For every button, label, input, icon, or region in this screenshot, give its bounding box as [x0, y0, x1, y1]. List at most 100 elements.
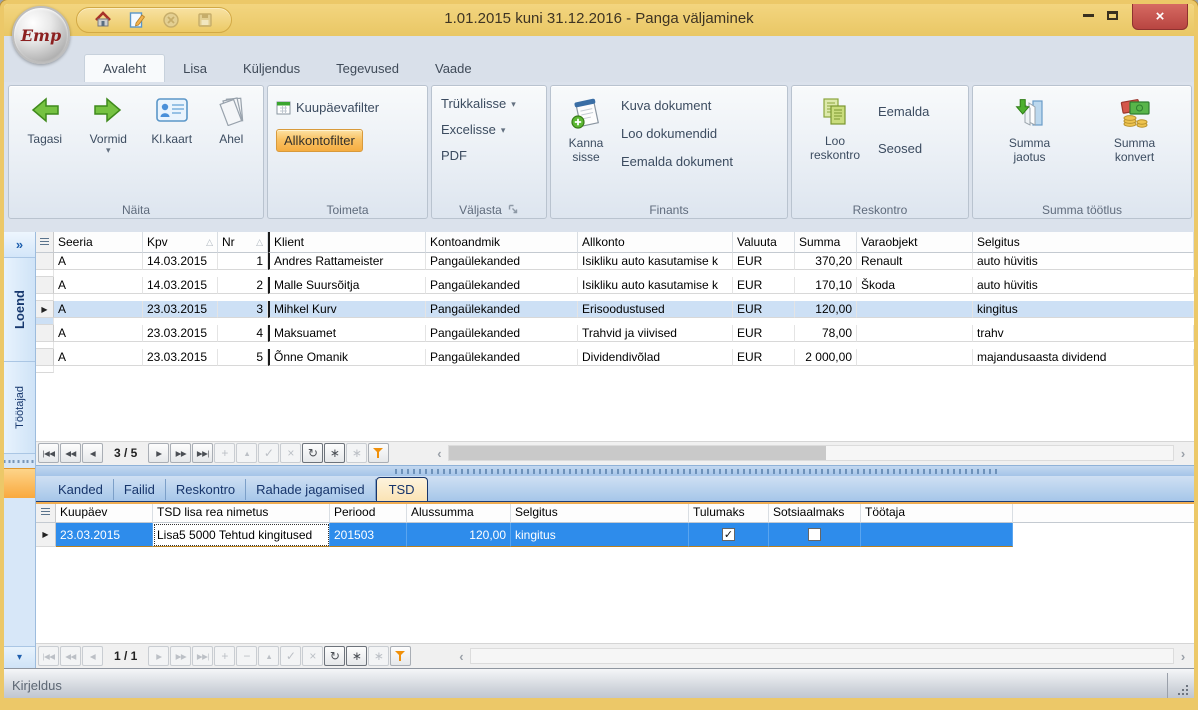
nav-next-page-button[interactable]: ▶▶: [170, 443, 191, 463]
horizontal-scrollbar[interactable]: ‹›: [452, 647, 1192, 665]
cell[interactable]: Pangaülekanded: [426, 253, 578, 270]
column-header-tsd-lisa-rea-nimetus[interactable]: TSD lisa rea nimetus: [153, 502, 330, 523]
cell[interactable]: Pangaülekanded: [426, 349, 578, 366]
detail-tab-rahade-jagamised[interactable]: Rahade jagamised: [246, 479, 375, 500]
app-menu-button[interactable]: Emp: [12, 6, 70, 64]
maximize-button[interactable]: [1100, 4, 1124, 26]
home-icon[interactable]: [93, 10, 113, 30]
cell[interactable]: 14.03.2015: [143, 277, 218, 294]
seosed-button[interactable]: Seosed: [878, 141, 929, 156]
detail-tab-failid[interactable]: Failid: [114, 479, 166, 500]
cell-tulumaks[interactable]: ✓: [689, 523, 769, 547]
nav-next-button[interactable]: ▶: [148, 443, 169, 463]
excelisse-button[interactable]: Excelisse▾: [441, 122, 546, 137]
cell[interactable]: 3: [218, 301, 268, 318]
cell-nimetus[interactable]: Lisa5 5000 Tehtud kingitused: [153, 523, 330, 547]
cell[interactable]: [36, 318, 54, 325]
grid-menu-button[interactable]: [36, 502, 56, 523]
cell[interactable]: Škoda: [857, 277, 973, 294]
horizontal-scrollbar[interactable]: ‹›: [430, 444, 1192, 462]
cell[interactable]: 1: [218, 253, 268, 270]
cell-sotsiaalmaks[interactable]: [769, 523, 861, 547]
cell[interactable]: Trahvid ja viivised: [578, 325, 733, 342]
column-header-sotsiaalmaks[interactable]: Sotsiaalmaks: [769, 502, 861, 523]
cell[interactable]: [857, 301, 973, 318]
cell[interactable]: [36, 270, 54, 277]
klkaart-button[interactable]: Kl.kaart: [143, 86, 201, 201]
cell[interactable]: 120,00: [795, 301, 857, 318]
cell[interactable]: A: [54, 301, 143, 318]
detail-tab-reskontro[interactable]: Reskontro: [166, 479, 246, 500]
cell[interactable]: [857, 325, 973, 342]
cell[interactable]: Mihkel Kurv: [268, 301, 426, 318]
scrollbar-track[interactable]: [448, 445, 1174, 461]
column-header-selgitus[interactable]: Selgitus: [973, 232, 1194, 253]
cell[interactable]: Õnne Omanik: [268, 349, 426, 366]
column-header-summa[interactable]: Summa: [795, 232, 857, 253]
cell-kuupaev[interactable]: 23.03.2015: [56, 523, 153, 547]
cell[interactable]: trahv: [973, 325, 1194, 342]
cell[interactable]: Pangaülekanded: [426, 325, 578, 342]
cell[interactable]: A: [54, 277, 143, 294]
cell[interactable]: [36, 342, 54, 349]
scroll-left-icon[interactable]: ‹: [452, 649, 470, 664]
kuva-dokument-button[interactable]: Kuva dokument: [621, 98, 733, 113]
dialog-launcher-icon[interactable]: [508, 204, 519, 215]
cell[interactable]: 23.03.2015: [143, 349, 218, 366]
cell[interactable]: kingitus: [973, 301, 1194, 318]
trukkalisse-button[interactable]: Trükkalisse▾: [441, 96, 546, 111]
cell[interactable]: 78,00: [795, 325, 857, 342]
nav-expand-all-button[interactable]: ∗: [324, 443, 345, 463]
scroll-right-icon[interactable]: ›: [1174, 649, 1192, 664]
detail-tab-kanded[interactable]: Kanded: [48, 479, 114, 500]
grid-menu-button[interactable]: [36, 232, 54, 253]
column-header-nr[interactable]: Nr△: [218, 232, 268, 253]
panel-highlight-section[interactable]: [4, 468, 35, 498]
cell[interactable]: Erisoodustused: [578, 301, 733, 318]
minimize-button[interactable]: [1076, 4, 1100, 26]
cell-periood[interactable]: 201503: [330, 523, 407, 547]
column-header-seeria[interactable]: Seeria: [54, 232, 143, 253]
cell[interactable]: [36, 294, 54, 301]
cell[interactable]: EUR: [733, 277, 795, 294]
cell[interactable]: auto hüvitis: [973, 277, 1194, 294]
cell[interactable]: 2 000,00: [795, 349, 857, 366]
sidebar-tab-tootajad[interactable]: Töötajad: [4, 362, 35, 454]
cell[interactable]: EUR: [733, 301, 795, 318]
cell[interactable]: auto hüvitis: [973, 253, 1194, 270]
cell[interactable]: 370,20: [795, 253, 857, 270]
nav-prior-button[interactable]: ◀: [82, 443, 103, 463]
loo-dokumendid-button[interactable]: Loo dokumendid: [621, 126, 733, 141]
cell[interactable]: EUR: [733, 325, 795, 342]
cell[interactable]: Dividendivõlad: [578, 349, 733, 366]
column-header-alussumma[interactable]: Alussumma: [407, 502, 511, 523]
cell-alussumma[interactable]: 120,00: [407, 523, 511, 547]
cell[interactable]: 5: [218, 349, 268, 366]
ribbon-tab-vaade[interactable]: Vaade: [417, 54, 490, 82]
cell[interactable]: Isikliku auto kasutamise k: [578, 253, 733, 270]
panel-splitter[interactable]: [36, 465, 1194, 476]
column-header-allkonto[interactable]: Allkonto: [578, 232, 733, 253]
cell[interactable]: Isikliku auto kasutamise k: [578, 277, 733, 294]
cell[interactable]: A: [54, 325, 143, 342]
nav-last-button[interactable]: ▶▶|: [192, 443, 213, 463]
tagasi-button[interactable]: Tagasi: [16, 86, 74, 201]
summa-jaotus-button[interactable]: Summa jaotus: [997, 88, 1063, 201]
edit-document-icon[interactable]: [127, 10, 147, 30]
table-row[interactable]: ▶23.03.2015Lisa5 5000 Tehtud kingitused2…: [36, 523, 1194, 547]
cell-selgitus[interactable]: kingitus: [511, 523, 689, 547]
column-header-kuupäev[interactable]: Kuupäev: [56, 502, 153, 523]
ribbon-tab-tegevused[interactable]: Tegevused: [318, 54, 417, 82]
cell[interactable]: 4: [218, 325, 268, 342]
table-row[interactable]: A23.03.20154MaksuametPangaülekandedTrahv…: [36, 325, 1194, 349]
table-row[interactable]: A14.03.20151Andres RattameisterPangaülek…: [36, 253, 1194, 277]
cell[interactable]: majandusaasta dividend: [973, 349, 1194, 366]
ribbon-tab-küljendus[interactable]: Küljendus: [225, 54, 318, 82]
close-button[interactable]: ×: [1132, 4, 1188, 30]
scrollbar-thumb[interactable]: [449, 446, 825, 460]
cell[interactable]: [36, 366, 54, 373]
sotsiaalmaks-checkbox[interactable]: [808, 528, 821, 541]
pdf-button[interactable]: PDF: [441, 148, 546, 163]
table-row[interactable]: ▶A23.03.20153Mihkel KurvPangaülekandedEr…: [36, 301, 1194, 325]
close-record-icon[interactable]: [161, 10, 181, 30]
